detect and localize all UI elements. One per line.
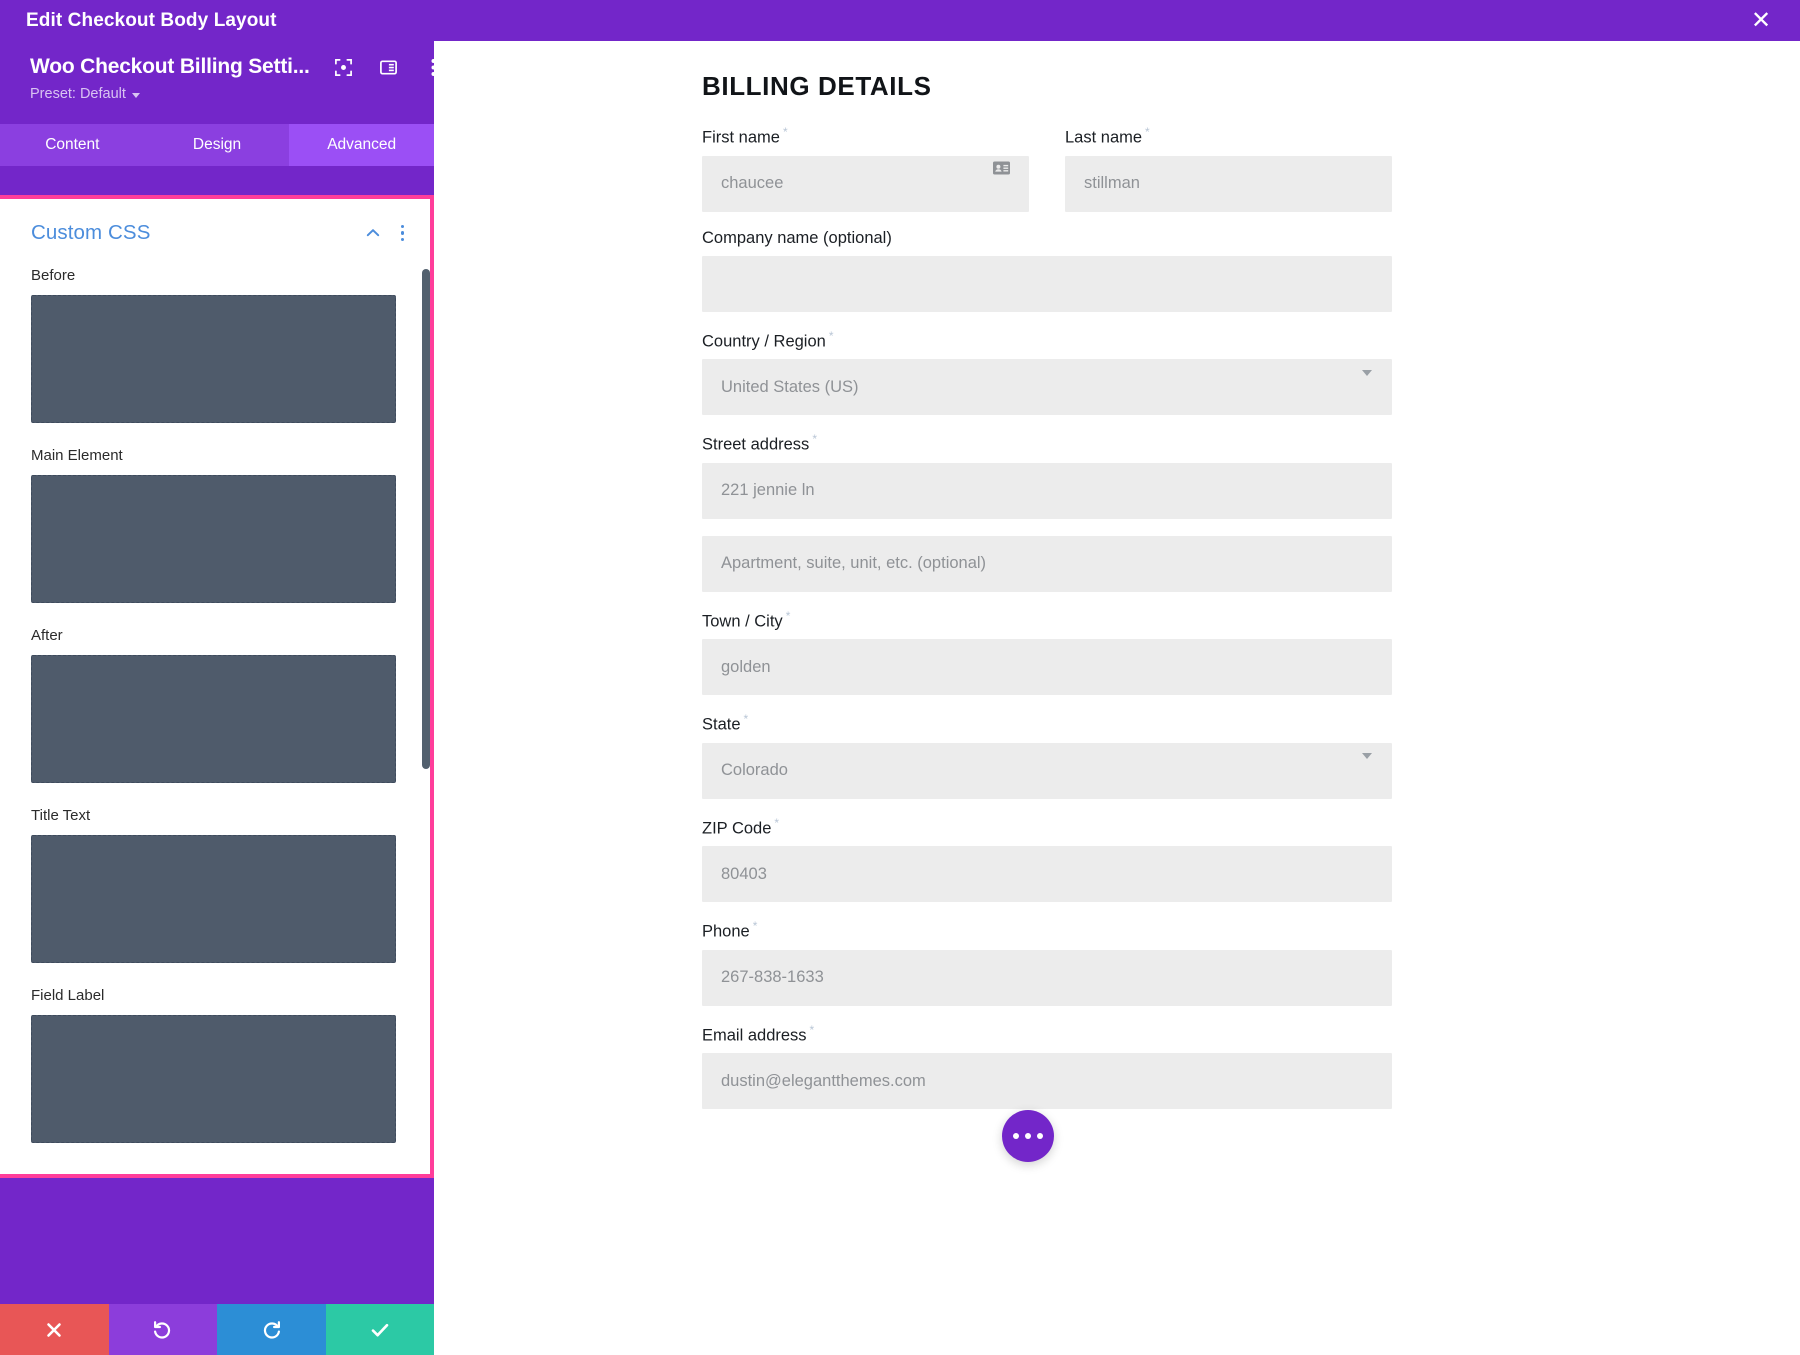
css-textarea-after[interactable] xyxy=(31,655,396,783)
field-first-name: First name* chaucee xyxy=(702,125,1029,212)
required-marker: * xyxy=(774,816,779,830)
required-marker: * xyxy=(829,329,834,343)
phone-input[interactable]: 267-838-1633 xyxy=(702,950,1392,1006)
company-input[interactable] xyxy=(702,256,1392,312)
css-field-label: Field Label xyxy=(31,987,430,1004)
css-textarea-title-text[interactable] xyxy=(31,835,396,963)
custom-css-title: Custom CSS xyxy=(31,221,150,245)
chevron-down-icon xyxy=(1362,370,1372,376)
field-zip: ZIP Code* 80403 xyxy=(702,816,1392,903)
required-marker: * xyxy=(783,125,788,139)
required-marker: * xyxy=(810,1023,815,1037)
chevron-down-icon xyxy=(1362,753,1372,759)
focus-target-icon[interactable] xyxy=(334,57,354,77)
city-label: Town / City* xyxy=(702,609,1392,632)
contact-card-icon[interactable] xyxy=(992,159,1011,178)
panel-action-bar xyxy=(0,1304,434,1355)
css-textarea-field-label[interactable] xyxy=(31,1015,396,1143)
first-name-input[interactable]: chaucee xyxy=(702,156,1029,212)
ellipsis-icon xyxy=(1013,1133,1019,1139)
redo-button[interactable] xyxy=(217,1304,326,1355)
street-address-label: Street address* xyxy=(702,432,1392,455)
required-marker: * xyxy=(753,919,758,933)
billing-form: BILLING DETAILS First name* chaucee xyxy=(702,71,1392,1126)
chevron-up-icon[interactable] xyxy=(366,226,380,240)
custom-css-header: Custom CSS xyxy=(0,221,430,245)
apartment-input[interactable]: Apartment, suite, unit, etc. (optional) xyxy=(702,536,1392,592)
css-field-label: Before xyxy=(31,267,430,284)
modal-titlebar: Edit Checkout Body Layout ✕ xyxy=(0,0,1800,41)
checkout-preview: BILLING DETAILS First name* chaucee xyxy=(434,41,1800,1355)
phone-label: Phone* xyxy=(702,919,1392,942)
field-apartment: Apartment, suite, unit, etc. (optional) xyxy=(702,536,1392,592)
css-field-label: After xyxy=(31,627,430,644)
discard-button[interactable] xyxy=(0,1304,109,1355)
tab-advanced[interactable]: Advanced xyxy=(289,124,434,166)
settings-tabs: Content Design Advanced xyxy=(0,124,434,166)
preset-label: Preset: Default xyxy=(30,86,126,102)
field-state: State* Colorado xyxy=(702,712,1392,799)
css-field-field-label: Field Label xyxy=(0,987,430,1143)
field-email: Email address* dustin@elegantthemes.com xyxy=(702,1023,1392,1110)
field-company: Company name (optional) xyxy=(702,229,1392,312)
css-field-label: Main Element xyxy=(31,447,430,464)
close-icon[interactable]: ✕ xyxy=(1744,4,1778,38)
tab-content[interactable]: Content xyxy=(0,124,145,166)
css-field-before: Before xyxy=(0,267,430,423)
custom-css-options-icon[interactable] xyxy=(399,223,407,244)
field-last-name: Last name* stillman xyxy=(1065,125,1392,212)
css-field-main-element: Main Element xyxy=(0,447,430,603)
ellipsis-icon xyxy=(1025,1133,1031,1139)
field-street-address: Street address* 221 jennie ln xyxy=(702,432,1392,519)
first-name-label: First name* xyxy=(702,125,1029,148)
css-textarea-before[interactable] xyxy=(31,295,396,423)
divi-builder-screen: Edit Checkout Body Layout ✕ Woo Checkout… xyxy=(0,0,1800,1355)
chevron-down-icon xyxy=(132,93,140,98)
email-label: Email address* xyxy=(702,1023,1392,1046)
field-phone: Phone* 267-838-1633 xyxy=(702,919,1392,1006)
required-marker: * xyxy=(1145,125,1150,139)
css-field-after: After xyxy=(0,627,430,783)
panel-scrollbar-thumb[interactable] xyxy=(422,269,430,769)
settings-panel-header: Woo Checkout Billing Setti... xyxy=(0,41,434,114)
page-settings-fab[interactable] xyxy=(1002,1110,1054,1162)
css-field-title-text: Title Text xyxy=(0,807,430,963)
street-address-input[interactable]: 221 jennie ln xyxy=(702,463,1392,519)
required-marker: * xyxy=(744,712,749,726)
css-textarea-main-element[interactable] xyxy=(31,475,396,603)
undo-button[interactable] xyxy=(109,1304,218,1355)
ellipsis-icon xyxy=(1037,1133,1043,1139)
panel-scrollbar-track[interactable] xyxy=(422,199,430,1174)
required-marker: * xyxy=(786,609,791,623)
zip-label: ZIP Code* xyxy=(702,816,1392,839)
city-input[interactable]: golden xyxy=(702,639,1392,695)
settings-panel: Woo Checkout Billing Setti... xyxy=(0,41,434,1355)
preset-selector[interactable]: Preset: Default xyxy=(30,86,140,102)
tab-design[interactable]: Design xyxy=(145,124,290,166)
page-title: BILLING DETAILS xyxy=(702,71,1392,102)
custom-css-section: Custom CSS Before xyxy=(0,195,434,1178)
field-country: Country / Region* United States (US) xyxy=(702,329,1392,416)
required-marker: * xyxy=(812,432,817,446)
modal-title: Edit Checkout Body Layout xyxy=(26,10,277,32)
field-city: Town / City* golden xyxy=(702,609,1392,696)
country-label: Country / Region* xyxy=(702,329,1392,352)
country-select[interactable]: United States (US) xyxy=(702,359,1392,415)
email-input[interactable]: dustin@elegantthemes.com xyxy=(702,1053,1392,1109)
panel-layout-icon[interactable] xyxy=(379,57,399,77)
last-name-input[interactable]: stillman xyxy=(1065,156,1392,212)
save-button[interactable] xyxy=(326,1304,435,1355)
company-label: Company name (optional) xyxy=(702,229,1392,248)
css-field-label: Title Text xyxy=(31,807,430,824)
zip-input[interactable]: 80403 xyxy=(702,846,1392,902)
state-select[interactable]: Colorado xyxy=(702,743,1392,799)
last-name-label: Last name* xyxy=(1065,125,1392,148)
state-label: State* xyxy=(702,712,1392,735)
module-title: Woo Checkout Billing Setti... xyxy=(30,55,310,79)
